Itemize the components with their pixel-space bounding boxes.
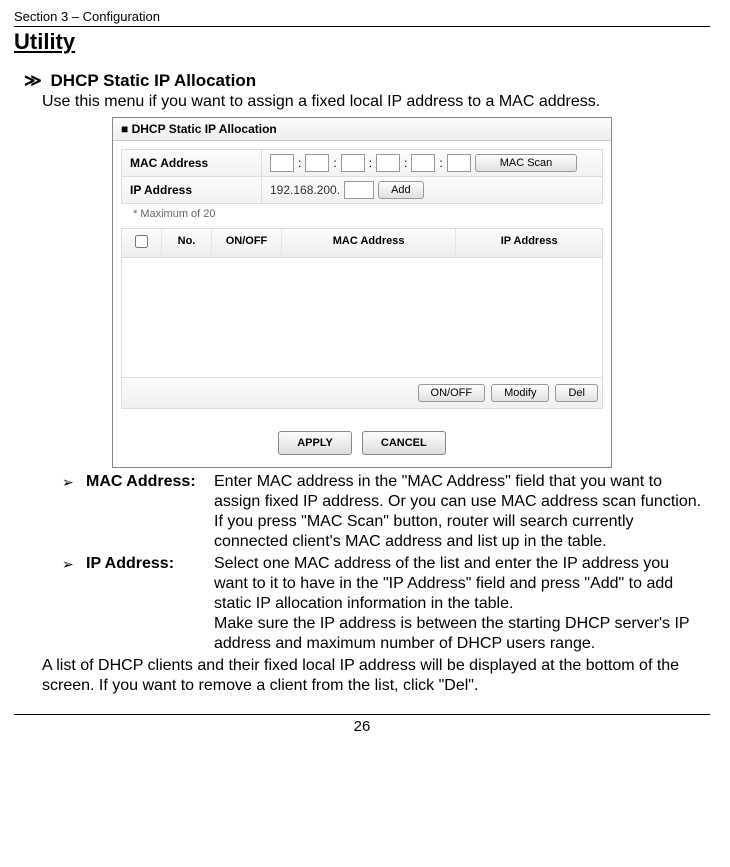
def-ip-p1: Select one MAC address of the list and e…	[214, 554, 706, 614]
bullet-icon: ➢	[62, 472, 86, 492]
apply-button[interactable]: APPLY	[278, 431, 352, 455]
page-header: Section 3 – Configuration	[14, 8, 710, 27]
add-button[interactable]: Add	[378, 181, 424, 199]
topic-marker-icon: ≫	[24, 71, 42, 90]
closing-text: A list of DHCP clients and their fixed l…	[42, 656, 706, 696]
def-mac-address: ➢ MAC Address: Enter MAC address in the …	[62, 472, 706, 552]
mac-octet-1[interactable]	[270, 154, 294, 172]
definitions: ➢ MAC Address: Enter MAC address in the …	[62, 472, 706, 654]
mac-scan-button[interactable]: MAC Scan	[475, 154, 578, 172]
def-body-mac: Enter MAC address in the "MAC Address" f…	[214, 472, 706, 552]
def-ip-address: ➢ IP Address: Select one MAC address of …	[62, 554, 706, 654]
del-button[interactable]: Del	[555, 384, 598, 402]
colon-icon: :	[298, 156, 301, 170]
table-actions: ON/OFF Modify Del	[121, 378, 603, 409]
mac-address-label: MAC Address	[122, 150, 262, 176]
panel-title-text: DHCP Static IP Allocation	[132, 122, 277, 136]
section-label: Section 3 – Configuration	[14, 9, 160, 24]
colon-icon: :	[439, 156, 442, 170]
ip-last-octet-input[interactable]	[344, 181, 374, 199]
cancel-button[interactable]: CANCEL	[362, 431, 446, 455]
utility-title: Utility	[14, 29, 710, 55]
mac-octet-3[interactable]	[341, 154, 365, 172]
def-mac-p1: Enter MAC address in the "MAC Address" f…	[214, 472, 706, 512]
onoff-button[interactable]: ON/OFF	[418, 384, 486, 402]
th-checkbox	[122, 229, 162, 257]
topic-title: DHCP Static IP Allocation	[51, 71, 257, 90]
bullet-icon: ➢	[62, 554, 86, 574]
def-mac-p2: If you press "MAC Scan" button, router w…	[214, 512, 706, 552]
allocation-table-header: No. ON/OFF MAC Address IP Address	[121, 228, 603, 258]
def-ip-p2: Make sure the IP address is between the …	[214, 614, 706, 654]
panel-title-icon: ■	[121, 122, 128, 136]
panel-title: ■ DHCP Static IP Allocation	[113, 118, 611, 141]
dhcp-static-ip-panel: ■ DHCP Static IP Allocation MAC Address …	[112, 117, 612, 468]
select-all-checkbox[interactable]	[135, 235, 148, 248]
colon-icon: :	[404, 156, 407, 170]
th-no: No.	[162, 229, 212, 257]
mac-octet-5[interactable]	[411, 154, 435, 172]
mac-octet-2[interactable]	[305, 154, 329, 172]
panel-footer: APPLY CANCEL	[113, 417, 611, 467]
def-term-mac: MAC Address:	[86, 472, 214, 492]
allocation-table-body[interactable]	[121, 258, 603, 378]
th-ip: IP Address	[456, 229, 602, 257]
topic-intro: Use this menu if you want to assign a fi…	[42, 93, 710, 111]
mac-octet-6[interactable]	[447, 154, 471, 172]
colon-icon: :	[369, 156, 372, 170]
mac-octet-4[interactable]	[376, 154, 400, 172]
colon-icon: :	[333, 156, 336, 170]
max-note: * Maximum of 20	[121, 204, 603, 228]
def-body-ip: Select one MAC address of the list and e…	[214, 554, 706, 654]
ip-prefix-text: 192.168.200.	[270, 183, 340, 197]
def-term-ip: IP Address:	[86, 554, 214, 574]
page-footer: 26	[14, 714, 710, 735]
ip-address-label: IP Address	[122, 177, 262, 203]
modify-button[interactable]: Modify	[491, 384, 549, 402]
page-number: 26	[354, 718, 371, 735]
th-mac: MAC Address	[282, 229, 456, 257]
th-onoff: ON/OFF	[212, 229, 282, 257]
topic-heading: ≫ DHCP Static IP Allocation	[24, 71, 710, 91]
